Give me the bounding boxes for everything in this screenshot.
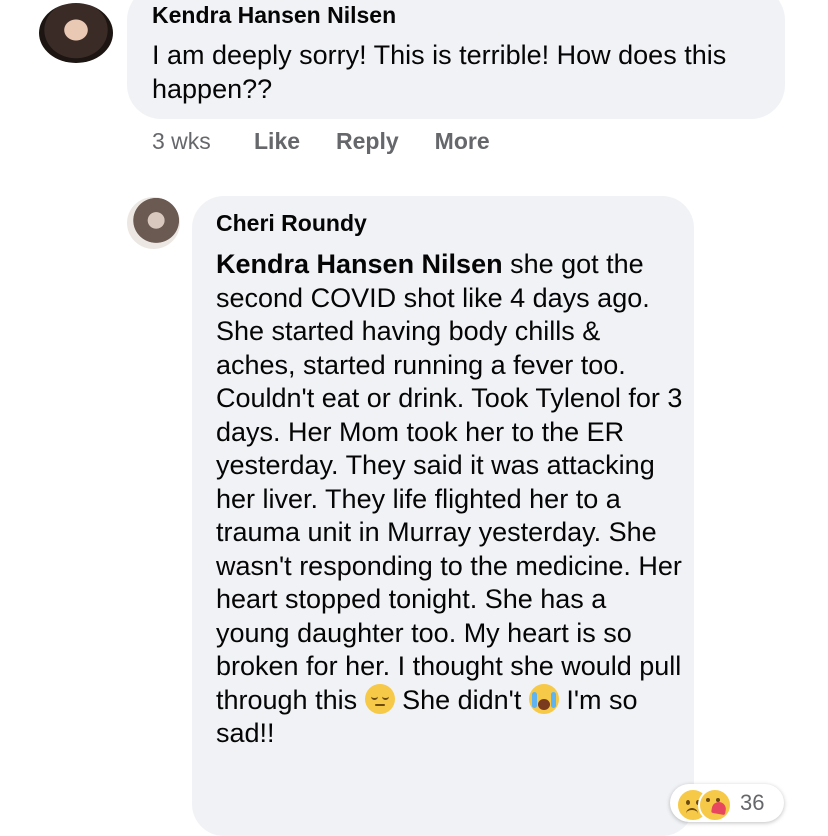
reply-text-part2: She didn't <box>394 684 529 715</box>
reply-author[interactable]: Cheri Roundy <box>216 210 367 237</box>
like-button[interactable]: Like <box>254 128 300 155</box>
mention-link[interactable]: Kendra Hansen Nilsen <box>216 249 503 279</box>
reaction-count: 36 <box>740 790 765 815</box>
comment-text: I am deeply sorry! This is terrible! How… <box>152 40 727 104</box>
reply-button[interactable]: Reply <box>336 128 399 155</box>
reply-text-part1: she got the second COVID shot like 4 day… <box>216 249 683 715</box>
more-button[interactable]: More <box>435 128 490 155</box>
reaction-summary[interactable]: 36 <box>670 784 784 822</box>
pensive-face-icon <box>364 683 395 714</box>
comment-timestamp[interactable]: 3 wks <box>152 128 254 155</box>
comment-actions: 3 wks Like Reply More <box>152 128 526 155</box>
comment-author[interactable]: Kendra Hansen Nilsen <box>152 2 396 29</box>
avatar-kendra[interactable] <box>39 3 113 63</box>
care-reaction-icon <box>698 788 732 822</box>
loudly-crying-face-icon <box>528 683 559 714</box>
avatar-cheri[interactable] <box>127 197 180 249</box>
reply-text: Kendra Hansen Nilsen she got the second … <box>216 248 686 751</box>
